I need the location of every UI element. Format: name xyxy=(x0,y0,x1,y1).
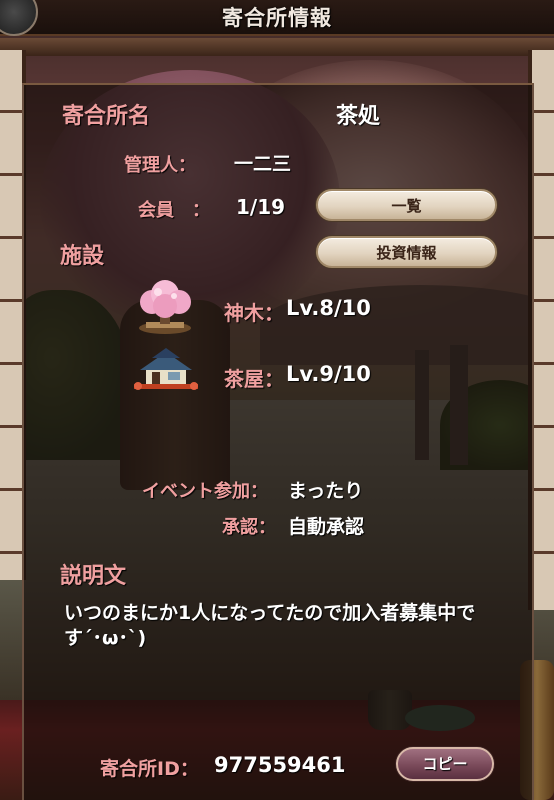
guild-id-value: 977559461 xyxy=(214,753,346,777)
manager-value: 一二三 xyxy=(234,153,292,175)
investment-info-button[interactable]: 投資情報 xyxy=(316,236,497,268)
members-label: 会員 ： xyxy=(138,200,210,221)
description-text: いつのまにか1人になってたので加入者募集中です´･ω･`) xyxy=(64,602,476,649)
facility-level: Lv.8/10 xyxy=(286,296,371,320)
manager-label: 管理人： xyxy=(124,155,196,176)
facility-label: 神木： xyxy=(224,301,284,325)
event-participation-value: まったり xyxy=(288,480,364,502)
sacred-tree-icon xyxy=(134,278,196,336)
teahouse-icon xyxy=(132,346,200,394)
facility-level: Lv.9/10 xyxy=(286,362,371,386)
copy-id-button[interactable]: コピー xyxy=(396,747,494,781)
event-participation-label: イベント参加： xyxy=(142,481,268,502)
member-list-button[interactable]: 一覧 xyxy=(316,189,497,221)
approval-label: 承認： xyxy=(222,517,276,538)
description-heading: 説明文 xyxy=(60,564,127,589)
ceiling-beam xyxy=(0,38,554,56)
guild-id-label: 寄合所ID： xyxy=(100,758,199,780)
facilities-heading: 施設 xyxy=(60,244,105,269)
approval-value: 自動承認 xyxy=(288,516,365,538)
page-title: 寄合所情報 xyxy=(222,6,332,30)
guild-name-label: 寄合所名 xyxy=(62,104,151,129)
guild-name-value: 茶処 xyxy=(336,104,381,129)
facility-label: 茶屋： xyxy=(224,367,284,391)
members-count: 1/19 xyxy=(236,195,286,219)
header-bar: 寄合所情報 xyxy=(0,0,554,36)
